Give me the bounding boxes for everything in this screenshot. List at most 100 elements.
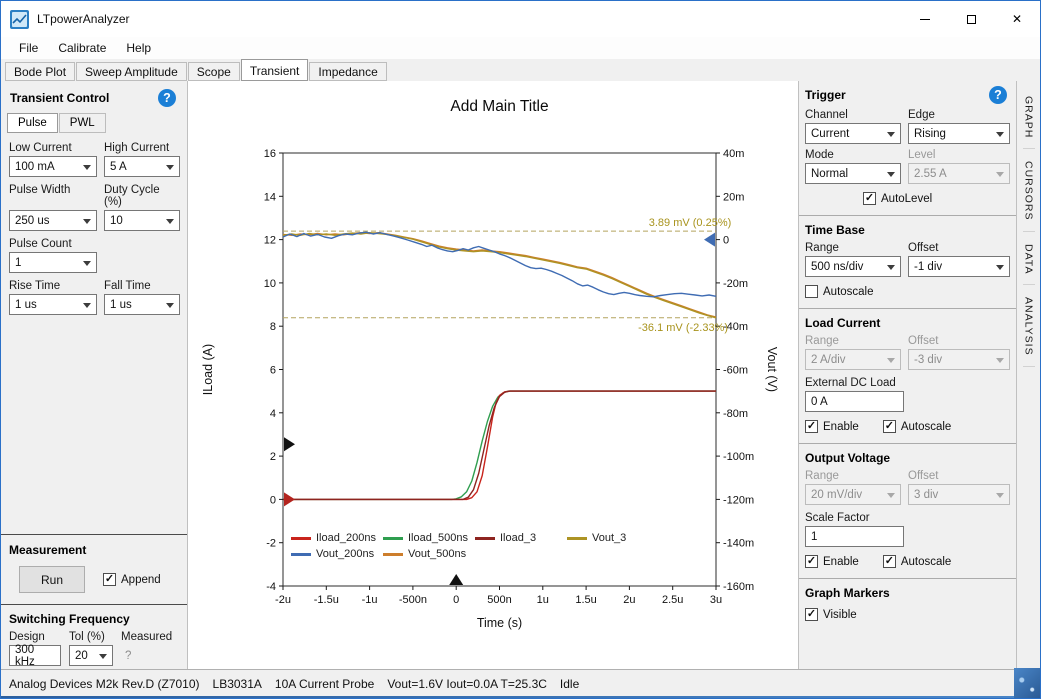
legend-item: Vout_3 (567, 532, 655, 544)
time-base-title: Time Base (805, 223, 865, 237)
measured-label: Measured (121, 631, 172, 643)
rise-time-label: Rise Time (9, 273, 97, 294)
load-current-autoscale-checkbox[interactable]: Autoscale (883, 420, 952, 433)
status-readings: Vout=1.6V Iout=0.0A T=25.3C (387, 677, 547, 691)
load-current-title: Load Current (805, 316, 880, 330)
legend-swatch (291, 553, 311, 556)
svg-text:2.5u: 2.5u (662, 594, 683, 606)
side-tab-analysis[interactable]: ANALYSIS (1023, 287, 1035, 367)
external-dc-load-input[interactable]: 0 A (805, 391, 904, 412)
tab-impedance[interactable]: Impedance (309, 62, 386, 81)
markers-visible-checkbox[interactable]: Visible (805, 608, 857, 621)
run-button[interactable]: Run (19, 566, 85, 593)
offset-label: Offset (908, 465, 1010, 484)
checkbox-box (805, 285, 818, 298)
high-current-select[interactable]: 5 A (104, 156, 180, 177)
fall-time-label: Fall Time (104, 273, 180, 294)
tab-sweep-amplitude[interactable]: Sweep Amplitude (76, 62, 187, 81)
legend-label: Iload_200ns (316, 532, 376, 544)
svg-text:3u: 3u (710, 594, 722, 606)
side-tab-graph[interactable]: GRAPH (1023, 86, 1035, 149)
offset-label: Offset (908, 237, 1010, 256)
design-frequency-input[interactable]: 300 kHz (9, 645, 61, 666)
tab-bode-plot[interactable]: Bode Plot (5, 62, 75, 81)
duty-cycle-select[interactable]: 10 (104, 210, 180, 231)
chevron-down-icon (887, 493, 895, 498)
tolerance-select[interactable]: 20 (69, 645, 113, 666)
tab-scope[interactable]: Scope (188, 62, 240, 81)
output-voltage-enable-checkbox[interactable]: Enable (805, 555, 859, 568)
svg-text:20m: 20m (723, 191, 744, 203)
chevron-down-icon (83, 219, 91, 224)
svg-text:4: 4 (270, 408, 276, 420)
time-base-offset-select[interactable]: -1 div (908, 256, 1010, 277)
status-board: LB3031A (213, 677, 262, 691)
low-current-select[interactable]: 100 mA (9, 156, 97, 177)
help-icon[interactable] (158, 89, 176, 107)
pulse-width-select[interactable]: 250 us (9, 210, 97, 231)
chevron-down-icon (996, 493, 1004, 498)
checkbox-box (805, 608, 818, 621)
load-current-section: Load Current Range Offset 2 A/div -3 div… (799, 308, 1016, 435)
svg-text:1u: 1u (537, 594, 549, 606)
chevron-down-icon (996, 132, 1004, 137)
append-checkbox[interactable]: Append (103, 573, 161, 586)
design-label: Design (9, 631, 69, 643)
checkbox-box (805, 555, 818, 568)
checkbox-box (863, 192, 876, 205)
trigger-mode-select[interactable]: Normal (805, 163, 901, 184)
svg-text:-20m: -20m (723, 278, 748, 290)
trigger-edge-select[interactable]: Rising (908, 123, 1010, 144)
legend-swatch (567, 537, 587, 540)
right-axis-label: Vout (V) (765, 347, 779, 392)
svg-text:-60m: -60m (723, 365, 748, 377)
scale-factor-input[interactable]: 1 (805, 526, 904, 547)
svg-text:-1u: -1u (362, 594, 378, 606)
tab-pulse[interactable]: Pulse (7, 113, 58, 133)
rise-time-select[interactable]: 1 us (9, 294, 97, 315)
edge-label: Edge (908, 104, 1010, 123)
caption-buttons (902, 1, 1040, 37)
transient-chart[interactable]: -2u-1.5u-1u-500n0500n1u1.5u2u2.5u3u16141… (188, 81, 798, 669)
maximize-icon (967, 15, 976, 24)
help-icon[interactable] (989, 86, 1007, 104)
output-voltage-section: Output Voltage Range Offset 20 mV/div 3 … (799, 443, 1016, 570)
menu-file[interactable]: File (9, 38, 48, 58)
menu-help[interactable]: Help (116, 38, 161, 58)
trigger-channel-select[interactable]: Current (805, 123, 901, 144)
svg-text:1.5u: 1.5u (575, 594, 596, 606)
maximize-button[interactable] (948, 1, 994, 37)
menubar: File Calibrate Help (1, 37, 1040, 59)
pulse-count-select[interactable]: 1 (9, 252, 97, 273)
output-voltage-range-select: 20 mV/div (805, 484, 901, 505)
time-base-autoscale-checkbox[interactable]: Autoscale (805, 285, 874, 298)
chevron-down-icon (887, 265, 895, 270)
side-tab-data[interactable]: DATA (1023, 234, 1035, 285)
autolevel-checkbox[interactable]: AutoLevel (863, 192, 932, 205)
main-area: Transient Control Pulse PWL Low Current … (1, 81, 1040, 669)
legend-item: Iload_500ns (383, 532, 471, 544)
svg-text:2u: 2u (623, 594, 635, 606)
status-bar: Analog Devices M2k Rev.D (Z7010) LB3031A… (1, 669, 1040, 698)
chevron-down-icon (887, 358, 895, 363)
output-voltage-autoscale-checkbox[interactable]: Autoscale (883, 555, 952, 568)
settings-panel: Trigger Channel Edge Current Rising Mode… (798, 81, 1016, 669)
tab-pwl[interactable]: PWL (59, 113, 106, 133)
tabstrip: Bode Plot Sweep Amplitude Scope Transien… (1, 59, 1040, 81)
side-tab-cursors[interactable]: CURSORS (1023, 151, 1035, 232)
chart-title[interactable]: Add Main Title (283, 98, 716, 116)
time-base-range-select[interactable]: 500 ns/div (805, 256, 901, 277)
minimize-button[interactable] (902, 1, 948, 37)
trigger-level-select: 2.55 A (908, 163, 1010, 184)
tol-label: Tol (%) (69, 631, 121, 643)
svg-text:10: 10 (264, 278, 276, 290)
svg-text:2: 2 (270, 451, 276, 463)
tab-transient[interactable]: Transient (241, 59, 309, 81)
status-device: Analog Devices M2k Rev.D (Z7010) (9, 677, 200, 691)
fall-time-select[interactable]: 1 us (104, 294, 180, 315)
chevron-down-icon (887, 172, 895, 177)
load-current-enable-checkbox[interactable]: Enable (805, 420, 859, 433)
range-label: Range (805, 465, 901, 484)
menu-calibrate[interactable]: Calibrate (48, 38, 116, 58)
close-button[interactable] (994, 1, 1040, 37)
